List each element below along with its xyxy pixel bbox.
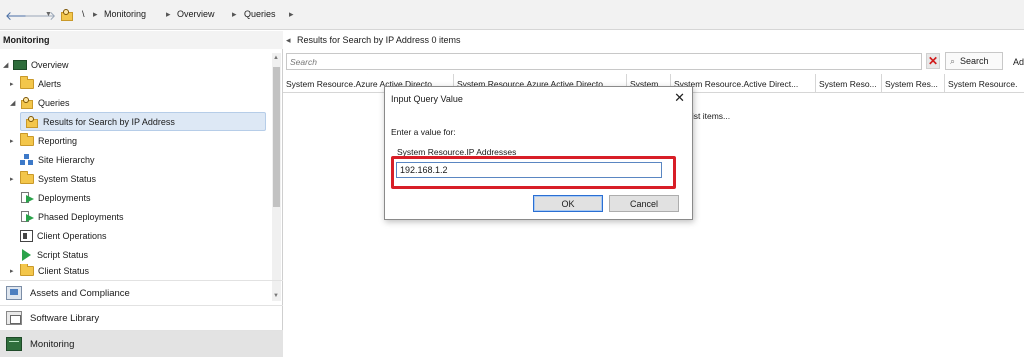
software-library-icon: [6, 311, 22, 325]
folder-icon: [20, 264, 34, 276]
scroll-up-icon[interactable]: ▲: [273, 55, 279, 61]
folder-icon: [20, 132, 34, 146]
breadcrumb-overview[interactable]: Overview: [177, 9, 215, 19]
address-bar: 🡐 🡒 ▼ \ ▸ Monitoring ▸ Overview ▸ Querie…: [0, 0, 1024, 30]
query-folder-icon: [20, 96, 34, 109]
tree-item-label: Reporting: [38, 135, 78, 146]
expand-arrow-icon[interactable]: ▸: [10, 80, 20, 88]
tree-item-label: Client Operations: [37, 230, 107, 241]
tree-item-results-search-by-ip[interactable]: Results for Search by IP Address: [20, 112, 266, 131]
breadcrumb-separator: ▸: [93, 9, 98, 19]
tree-item-overview[interactable]: ◢ Overview: [3, 55, 69, 74]
dialog-title: Input Query Value: [391, 94, 463, 104]
folder-icon: [20, 170, 34, 184]
workspace-label: Monitoring: [30, 338, 75, 350]
clear-x-icon: ✕: [927, 54, 939, 68]
site-hierarchy-icon: [20, 153, 34, 166]
assets-icon: [6, 286, 22, 300]
tree-item-label: Script Status: [37, 249, 89, 260]
tree-item-queries[interactable]: ◢ Queries: [10, 93, 70, 112]
expand-arrow-icon[interactable]: ◢: [10, 99, 20, 107]
search-button[interactable]: ⌕ Search: [945, 52, 1003, 70]
folder-icon: [20, 75, 34, 89]
search-input[interactable]: Search: [286, 53, 922, 70]
client-operations-icon: [20, 229, 33, 242]
tree-item-alerts[interactable]: ▸ Alerts: [10, 74, 61, 93]
tree-item-label: Alerts: [38, 78, 62, 89]
collapse-pane-icon[interactable]: ◂: [286, 35, 291, 45]
expand-arrow-icon[interactable]: ▸: [10, 137, 20, 145]
workspace-assets-and-compliance[interactable]: Assets and Compliance: [0, 280, 283, 305]
tree-item-client-operations[interactable]: Client Operations: [20, 226, 107, 245]
column-header[interactable]: System Res...: [882, 74, 945, 93]
tree-item-system-status[interactable]: ▸ System Status: [10, 169, 96, 188]
input-query-value-dialog: Input Query Value ✕ Enter a value for: S…: [384, 86, 693, 220]
breadcrumb-separator: ▸: [232, 9, 237, 19]
tree-item-label: Deployments: [38, 192, 91, 203]
workspace-label: Assets and Compliance: [30, 287, 130, 299]
query-icon: [25, 115, 39, 128]
clear-search-button[interactable]: ✕: [926, 53, 940, 69]
tree-item-label: Client Status: [38, 266, 90, 276]
script-icon: [22, 248, 31, 261]
deployment-icon: [20, 210, 34, 223]
workspace-software-library[interactable]: Software Library: [0, 305, 283, 330]
tree-item-label: Results for Search by IP Address: [43, 116, 175, 127]
navigation-pane-title: Monitoring: [0, 31, 283, 49]
overview-icon: [13, 59, 27, 70]
tree-item-label: System Status: [38, 173, 97, 184]
breadcrumb-queries[interactable]: Queries: [244, 9, 276, 19]
breadcrumb-separator: ▸: [166, 9, 171, 19]
workspace-label: Software Library: [30, 312, 100, 324]
column-header[interactable]: System Resource.: [945, 74, 1024, 93]
tree-item-label: Overview: [31, 59, 69, 70]
search-icon: ⌕: [950, 55, 956, 66]
column-header[interactable]: System Reso...: [816, 74, 882, 93]
navigation-pane: Monitoring ◢ Overview ▸ Alerts ◢ Queries…: [0, 31, 283, 357]
workspace-monitoring[interactable]: Monitoring: [0, 330, 283, 357]
tree-item-phased-deployments[interactable]: Phased Deployments: [20, 207, 124, 226]
cancel-button[interactable]: Cancel: [609, 195, 679, 212]
close-icon[interactable]: ✕: [674, 90, 685, 106]
tree-item-site-hierarchy[interactable]: Site Hierarchy: [20, 150, 95, 169]
tree-item-client-status[interactable]: ▸ Client Status: [10, 264, 89, 278]
breadcrumb-monitoring[interactable]: Monitoring: [104, 9, 146, 19]
tree-item-label: Phased Deployments: [38, 211, 124, 222]
expand-arrow-icon[interactable]: ◢: [3, 61, 13, 69]
tree-item-reporting[interactable]: ▸ Reporting: [10, 131, 77, 150]
ok-button[interactable]: OK: [533, 195, 603, 212]
tree-item-deployments[interactable]: Deployments: [20, 188, 91, 207]
tree-item-label: Site Hierarchy: [38, 154, 95, 165]
dialog-prompt: Enter a value for:: [391, 127, 456, 137]
tree-scrollbar[interactable]: ▲ ▼: [272, 53, 281, 301]
monitoring-icon: [6, 337, 22, 351]
deployment-icon: [20, 191, 34, 204]
results-title: Results for Search by IP Address 0 items: [297, 35, 461, 45]
breadcrumb-root[interactable]: \: [82, 9, 85, 19]
breadcrumb-separator: ▸: [289, 9, 294, 19]
scrollbar-thumb[interactable]: [273, 67, 280, 207]
navigation-tree: ◢ Overview ▸ Alerts ◢ Queries Results fo…: [0, 53, 272, 301]
results-header: ◂ Results for Search by IP Address 0 ite…: [283, 31, 1024, 49]
query-folder-icon: [60, 9, 74, 23]
empty-results-message: list items...: [690, 111, 731, 121]
expand-arrow-icon[interactable]: ▸: [10, 267, 20, 275]
highlight-box: [391, 156, 676, 189]
search-button-label: Search: [960, 56, 989, 66]
history-dropdown-icon[interactable]: ▼: [45, 11, 52, 18]
tree-item-label: Queries: [38, 97, 70, 108]
expand-arrow-icon[interactable]: ▸: [10, 175, 20, 183]
tree-item-script-status[interactable]: Script Status: [20, 245, 88, 264]
add-criteria-link[interactable]: Ad: [1013, 57, 1024, 67]
